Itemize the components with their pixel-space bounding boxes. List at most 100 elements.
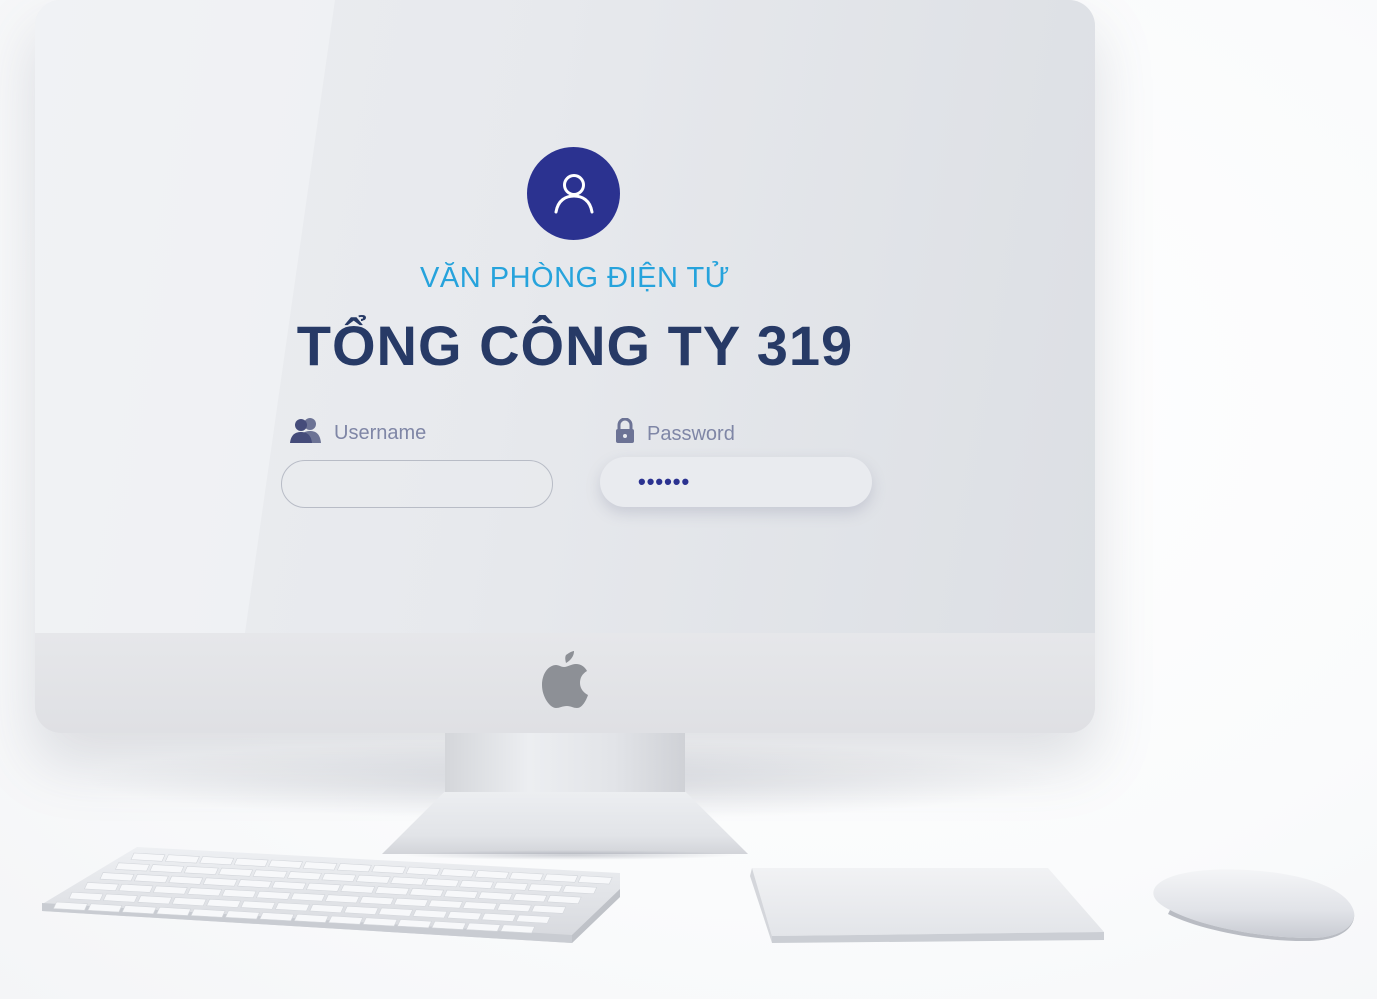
user-icon <box>554 173 593 213</box>
keyboard-key <box>137 895 173 905</box>
keyboard-key <box>321 872 357 882</box>
keyboard-key <box>465 922 501 932</box>
keyboard-key <box>99 872 135 882</box>
keyboard-key <box>221 889 257 899</box>
keyboard-key <box>84 882 119 892</box>
keyboard-key <box>149 864 185 874</box>
keyboard-key <box>412 909 448 919</box>
keyboard-key <box>428 899 463 909</box>
keyboard-key <box>493 881 529 891</box>
keyboard-key <box>171 897 207 907</box>
keyboard-key <box>121 905 157 915</box>
keyboard-key <box>102 893 138 903</box>
keyboard-key <box>293 913 329 923</box>
monitor-chin <box>35 633 1095 733</box>
keyboard-key <box>577 875 613 885</box>
keyboard-key <box>190 908 226 918</box>
keyboard-key <box>256 890 291 900</box>
keyboard-key <box>271 881 307 890</box>
keyboard-key <box>290 892 326 902</box>
apple-logo-icon <box>542 651 588 708</box>
keyboard-key <box>118 883 154 893</box>
keyboard-key <box>225 910 260 920</box>
keyboard-key <box>512 893 548 903</box>
keyboard-key <box>477 891 513 901</box>
keyboard-key <box>440 868 476 878</box>
keyboard-key <box>152 885 188 895</box>
keyboard-key <box>459 879 494 889</box>
keyboard-key <box>527 883 563 893</box>
keyboard-key <box>515 914 551 924</box>
keyboard-key <box>87 903 123 913</box>
keyboard-key <box>133 874 169 883</box>
keyboard-key <box>343 905 379 915</box>
keyboard-key <box>409 888 445 897</box>
keyboard-key <box>156 906 192 916</box>
keyboard-key <box>474 870 510 880</box>
keyboard-key <box>268 859 304 869</box>
keyboard-key <box>336 863 372 873</box>
keyboard-key <box>164 854 200 864</box>
keyboard-key <box>431 920 467 930</box>
keyboard-key <box>531 904 567 914</box>
stage: VĂN PHÒNG ĐIỆN TỬ TỔNG CÔNG TY 319 Usern… <box>0 0 1377 999</box>
keyboard-key <box>218 867 254 877</box>
keyboard-key <box>259 912 295 922</box>
keyboard-key <box>237 879 273 889</box>
keyboard-key <box>302 861 338 871</box>
keyboard-key <box>374 886 410 896</box>
screen: VĂN PHÒNG ĐIỆN TỬ TỔNG CÔNG TY 319 Usern… <box>35 0 1095 633</box>
keyboard-key <box>287 871 322 881</box>
keyboard-key <box>496 903 532 913</box>
password-input[interactable]: •••••• <box>600 457 872 507</box>
keyboard-key <box>68 891 104 901</box>
keyboard-key <box>397 919 432 929</box>
keyboard-key <box>355 874 391 884</box>
keyboard-key <box>562 885 598 895</box>
keyboard-key <box>328 915 364 925</box>
keyboard-key <box>424 878 460 888</box>
trackpad-icon <box>750 868 1104 943</box>
app-subtitle: VĂN PHÒNG ĐIỆN TỬ <box>420 262 730 294</box>
keyboard-key <box>233 857 269 867</box>
keyboard-key <box>130 852 166 862</box>
monitor: VĂN PHÒNG ĐIỆN TỬ TỔNG CÔNG TY 319 Usern… <box>35 0 1095 733</box>
username-label-text: Username <box>334 421 427 444</box>
keyboard-key <box>168 875 204 885</box>
keyboard-key <box>543 873 579 883</box>
keyboard-key <box>206 898 242 908</box>
keyboard-key <box>340 884 376 894</box>
keyboard-key <box>508 871 544 881</box>
mouse-icon <box>1153 869 1355 942</box>
keyboard-key <box>390 876 426 886</box>
keyboard-key <box>462 901 498 911</box>
keyboard-key <box>202 877 238 887</box>
keyboard-key <box>378 907 414 917</box>
keyboard-key <box>240 900 276 910</box>
keyboard-key <box>115 862 150 872</box>
keyboard-key <box>309 904 345 914</box>
keyboard-key <box>443 889 479 899</box>
username-label: Username <box>290 416 426 450</box>
keyboard-key <box>199 856 235 866</box>
keyboard-key <box>324 894 360 904</box>
keyboard-icon <box>42 847 620 943</box>
keyboard-key <box>274 902 310 912</box>
keyboard-key <box>183 865 219 875</box>
users-icon <box>290 416 322 450</box>
keyboard-key <box>187 887 223 897</box>
keyboard-key <box>359 896 395 906</box>
keyboard-key <box>362 917 398 927</box>
keyboard-key <box>393 897 429 907</box>
username-input[interactable] <box>281 460 553 508</box>
company-title: TỔNG CÔNG TY 319 <box>296 314 854 377</box>
keyboard-key <box>305 882 341 892</box>
keyboard-key <box>546 895 582 904</box>
password-label: Password <box>615 417 735 450</box>
keyboard-key <box>446 911 482 921</box>
keyboard-key <box>53 901 88 911</box>
lock-icon <box>615 417 635 450</box>
password-label-text: Password <box>647 422 735 445</box>
avatar <box>527 147 620 240</box>
keyboard-key <box>252 869 288 879</box>
